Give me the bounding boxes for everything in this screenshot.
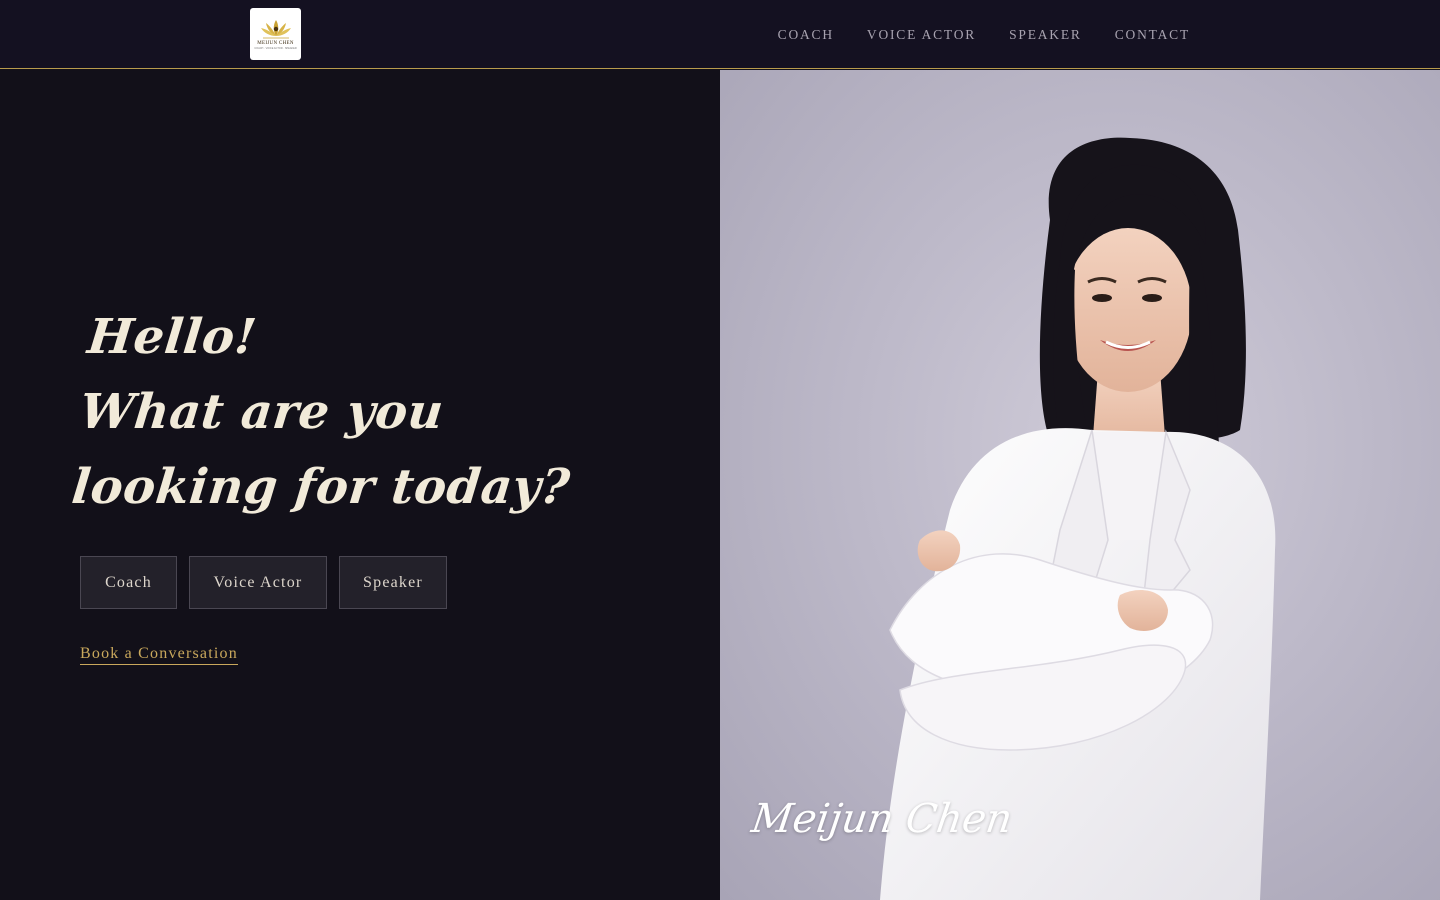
speaker-button[interactable]: Speaker bbox=[339, 556, 447, 609]
headline-line-1: Hello! bbox=[84, 309, 260, 365]
portrait-panel bbox=[720, 70, 1440, 900]
lotus-logo-icon bbox=[260, 20, 291, 39]
book-conversation-link[interactable]: Book a Conversation bbox=[80, 645, 238, 665]
portrait-signature: Meijun Chen bbox=[748, 796, 1016, 842]
site-logo[interactable]: MEIJUN CHEN COACH · VOICE ACTOR · SPEAKE… bbox=[250, 8, 301, 60]
voice-actor-button[interactable]: Voice Actor bbox=[189, 556, 327, 609]
hero-headline: Hello! What are you looking for today? bbox=[68, 300, 589, 525]
nav-voice-actor[interactable]: VOICE ACTOR bbox=[867, 27, 976, 43]
hero-buttons: Coach Voice Actor Speaker bbox=[80, 556, 447, 609]
nav-coach[interactable]: COACH bbox=[778, 27, 834, 43]
headline-line-2: What are you bbox=[77, 384, 447, 440]
coach-button[interactable]: Coach bbox=[80, 556, 177, 609]
logo-subtitle: COACH · VOICE ACTOR · SPEAKER bbox=[254, 47, 297, 50]
main-nav: COACH VOICE ACTOR SPEAKER CONTACT bbox=[778, 0, 1190, 69]
headline-line-3: looking for today? bbox=[69, 459, 573, 515]
nav-contact[interactable]: CONTACT bbox=[1115, 27, 1190, 43]
portrait-image bbox=[880, 137, 1276, 900]
logo-text: MEIJUN CHEN bbox=[257, 41, 294, 46]
site-header: MEIJUN CHEN COACH · VOICE ACTOR · SPEAKE… bbox=[0, 0, 1440, 69]
nav-speaker[interactable]: SPEAKER bbox=[1009, 27, 1082, 43]
